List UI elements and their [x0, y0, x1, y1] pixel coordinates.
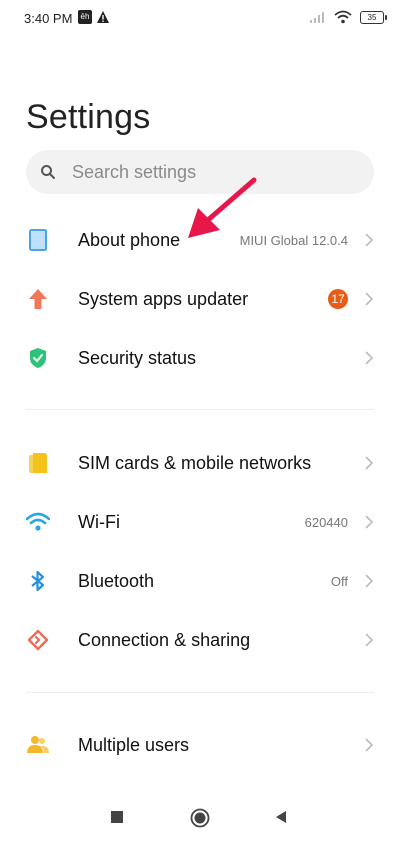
settings-item-label: Bluetooth: [78, 570, 155, 591]
sim-card-icon: [26, 451, 50, 475]
chevron-right-icon: [365, 233, 374, 247]
section-divider: [26, 409, 374, 410]
settings-item-system-apps-updater[interactable]: System apps updater 17: [0, 271, 400, 327]
app-notification-icon: ēh: [78, 10, 92, 24]
settings-item-label: Wi-Fi: [78, 511, 120, 532]
home-button[interactable]: [190, 808, 210, 828]
settings-item-label: Multiple users: [78, 734, 190, 755]
arrow-up-icon: [26, 287, 50, 311]
chevron-right-icon: [365, 738, 374, 752]
chevron-right-icon: [365, 574, 374, 588]
annotation-arrow-icon: [188, 177, 257, 238]
chevron-right-icon: [365, 633, 374, 647]
signal-icon: [310, 12, 324, 23]
wifi-icon: [26, 510, 50, 534]
section-divider: [26, 692, 374, 693]
warning-icon: [97, 11, 109, 23]
settings-item-wifi[interactable]: Wi-Fi 620440: [0, 494, 400, 550]
chevron-right-icon: [365, 515, 374, 529]
settings-item-sim-cards[interactable]: SIM cards & mobile networks: [0, 435, 400, 491]
chevron-right-icon: [365, 292, 374, 306]
page-title: Settings: [26, 98, 151, 136]
status-right-group: 35: [310, 9, 387, 25]
status-time: 3:40 PM: [24, 11, 73, 26]
settings-item-value: Off: [330, 573, 348, 589]
settings-item-connection-sharing[interactable]: Connection & sharing: [0, 612, 400, 668]
connection-sharing-icon: [26, 628, 50, 652]
settings-item-security-status[interactable]: Security status: [0, 330, 400, 386]
search-icon: [41, 165, 55, 179]
settings-item-label: Connection & sharing: [78, 629, 251, 650]
update-count-badge: 17: [328, 289, 348, 309]
recents-button[interactable]: [110, 810, 124, 824]
bluetooth-icon: [26, 569, 50, 593]
navigation-bar: [0, 800, 400, 840]
battery-icon: 35: [360, 10, 387, 24]
users-icon: [26, 733, 50, 757]
status-bar: 3:40 PM ēh 35: [0, 0, 400, 36]
settings-item-label: About phone: [78, 229, 181, 250]
settings-item-bluetooth[interactable]: Bluetooth Off: [0, 553, 400, 609]
chevron-right-icon: [365, 456, 374, 470]
shield-icon: [26, 346, 50, 370]
settings-item-value: 620440: [304, 514, 348, 530]
settings-item-label: Security status: [78, 347, 197, 368]
settings-item-multiple-users[interactable]: Multiple users: [0, 717, 400, 773]
chevron-right-icon: [365, 351, 374, 365]
settings-item-label: System apps updater: [78, 288, 249, 309]
settings-item-label: SIM cards & mobile networks: [78, 452, 312, 473]
phone-icon: [26, 228, 50, 252]
wifi-status-icon: [334, 10, 352, 24]
back-button[interactable]: [274, 810, 288, 824]
